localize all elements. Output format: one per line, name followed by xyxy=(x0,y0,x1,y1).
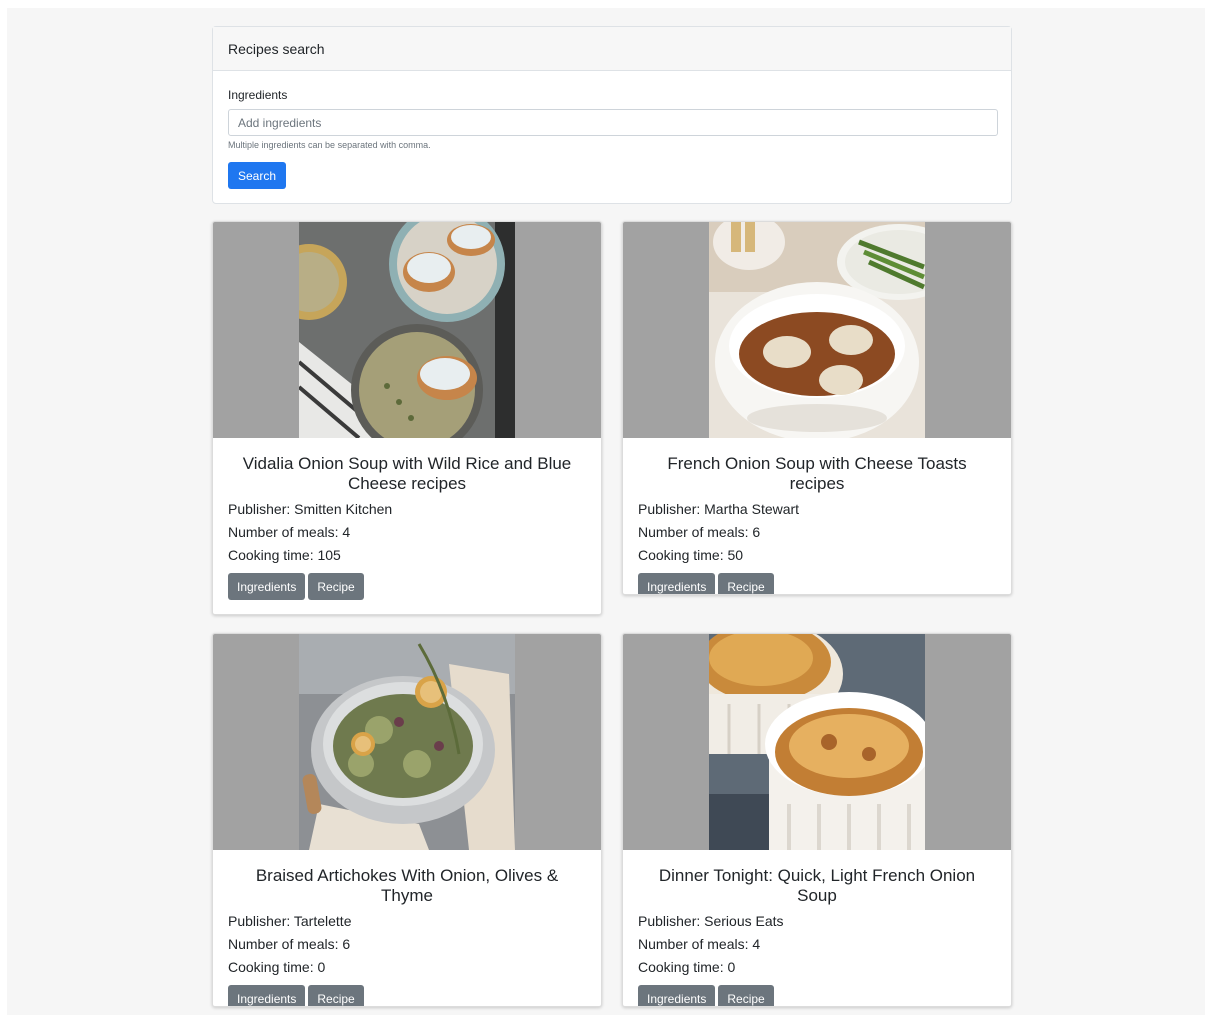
recipe-actions: Ingredients Recipe xyxy=(638,573,996,594)
recipe-card-body: French Onion Soup with Cheese Toasts rec… xyxy=(623,438,1011,594)
ingredients-label: Ingredients xyxy=(228,88,288,102)
recipe-button[interactable]: Recipe xyxy=(718,573,774,594)
recipe-button[interactable]: Recipe xyxy=(308,985,364,1006)
recipe-cooking-time: Cooking time: 50 xyxy=(638,547,744,563)
recipe-title: Braised Artichokes With Onion, Olives & … xyxy=(255,866,559,905)
recipe-cooking-time: Cooking time: 0 xyxy=(638,959,736,975)
recipe-image xyxy=(709,222,925,438)
recipe-meals: Number of meals: 4 xyxy=(228,524,351,540)
recipe-actions: Ingredients Recipe xyxy=(228,573,586,600)
recipe-publisher: Publisher: Smitten Kitchen xyxy=(228,501,393,517)
recipe-title: Dinner Tonight: Quick, Light French Onio… xyxy=(658,866,976,905)
recipe-meals: Number of meals: 4 xyxy=(638,936,761,952)
search-card-header: Recipes search xyxy=(213,27,1011,71)
recipe-card: Braised Artichokes With Onion, Olives & … xyxy=(212,633,602,1007)
recipe-publisher: Publisher: Serious Eats xyxy=(638,913,784,929)
recipe-card-body: Vidalia Onion Soup with Wild Rice and Bl… xyxy=(213,438,601,614)
ingredients-input[interactable] xyxy=(228,109,998,136)
recipe-card-body: Braised Artichokes With Onion, Olives & … xyxy=(213,850,601,1006)
recipe-actions: Ingredients Recipe xyxy=(638,985,996,1006)
recipe-publisher: Publisher: Martha Stewart xyxy=(638,501,800,517)
search-form: Ingredients Multiple ingredients can be … xyxy=(213,71,1011,203)
recipe-cooking-time: Cooking time: 105 xyxy=(228,547,341,563)
recipe-image xyxy=(709,634,925,850)
ingredients-button[interactable]: Ingredients xyxy=(228,985,306,1006)
recipe-card: French Onion Soup with Cheese Toasts rec… xyxy=(622,221,1012,595)
ingredients-help-text: Multiple ingredients can be separated wi… xyxy=(228,140,431,150)
ingredients-button[interactable]: Ingredients xyxy=(638,985,716,1006)
ingredients-button[interactable]: Ingredients xyxy=(228,573,306,600)
recipe-button[interactable]: Recipe xyxy=(718,985,774,1006)
recipe-button[interactable]: Recipe xyxy=(308,573,364,600)
search-card: Recipes search Ingredients Multiple ingr… xyxy=(212,26,1012,204)
recipe-card-body: Dinner Tonight: Quick, Light French Onio… xyxy=(623,850,1011,1006)
recipe-image-frame xyxy=(213,222,601,438)
recipe-image xyxy=(299,634,515,850)
recipe-image-frame xyxy=(623,222,1011,438)
recipe-publisher: Publisher: Tartelette xyxy=(228,913,352,929)
recipe-meals: Number of meals: 6 xyxy=(228,936,351,952)
recipe-title: Vidalia Onion Soup with Wild Rice and Bl… xyxy=(242,454,572,493)
recipe-image xyxy=(299,222,515,438)
main-container: Recipes search Ingredients Multiple ingr… xyxy=(212,26,1012,1007)
recipe-cooking-time: Cooking time: 0 xyxy=(228,959,326,975)
recipe-title: French Onion Soup with Cheese Toasts rec… xyxy=(667,454,967,493)
recipe-actions: Ingredients Recipe xyxy=(228,985,586,1006)
recipe-image-frame xyxy=(213,634,601,850)
recipe-card: Dinner Tonight: Quick, Light French Onio… xyxy=(622,633,1012,1007)
recipe-meals: Number of meals: 6 xyxy=(638,524,761,540)
ingredients-button[interactable]: Ingredients xyxy=(638,573,716,594)
recipe-card: Vidalia Onion Soup with Wild Rice and Bl… xyxy=(212,221,602,615)
search-button[interactable]: Search xyxy=(228,162,287,189)
recipe-image-frame xyxy=(623,634,1011,850)
